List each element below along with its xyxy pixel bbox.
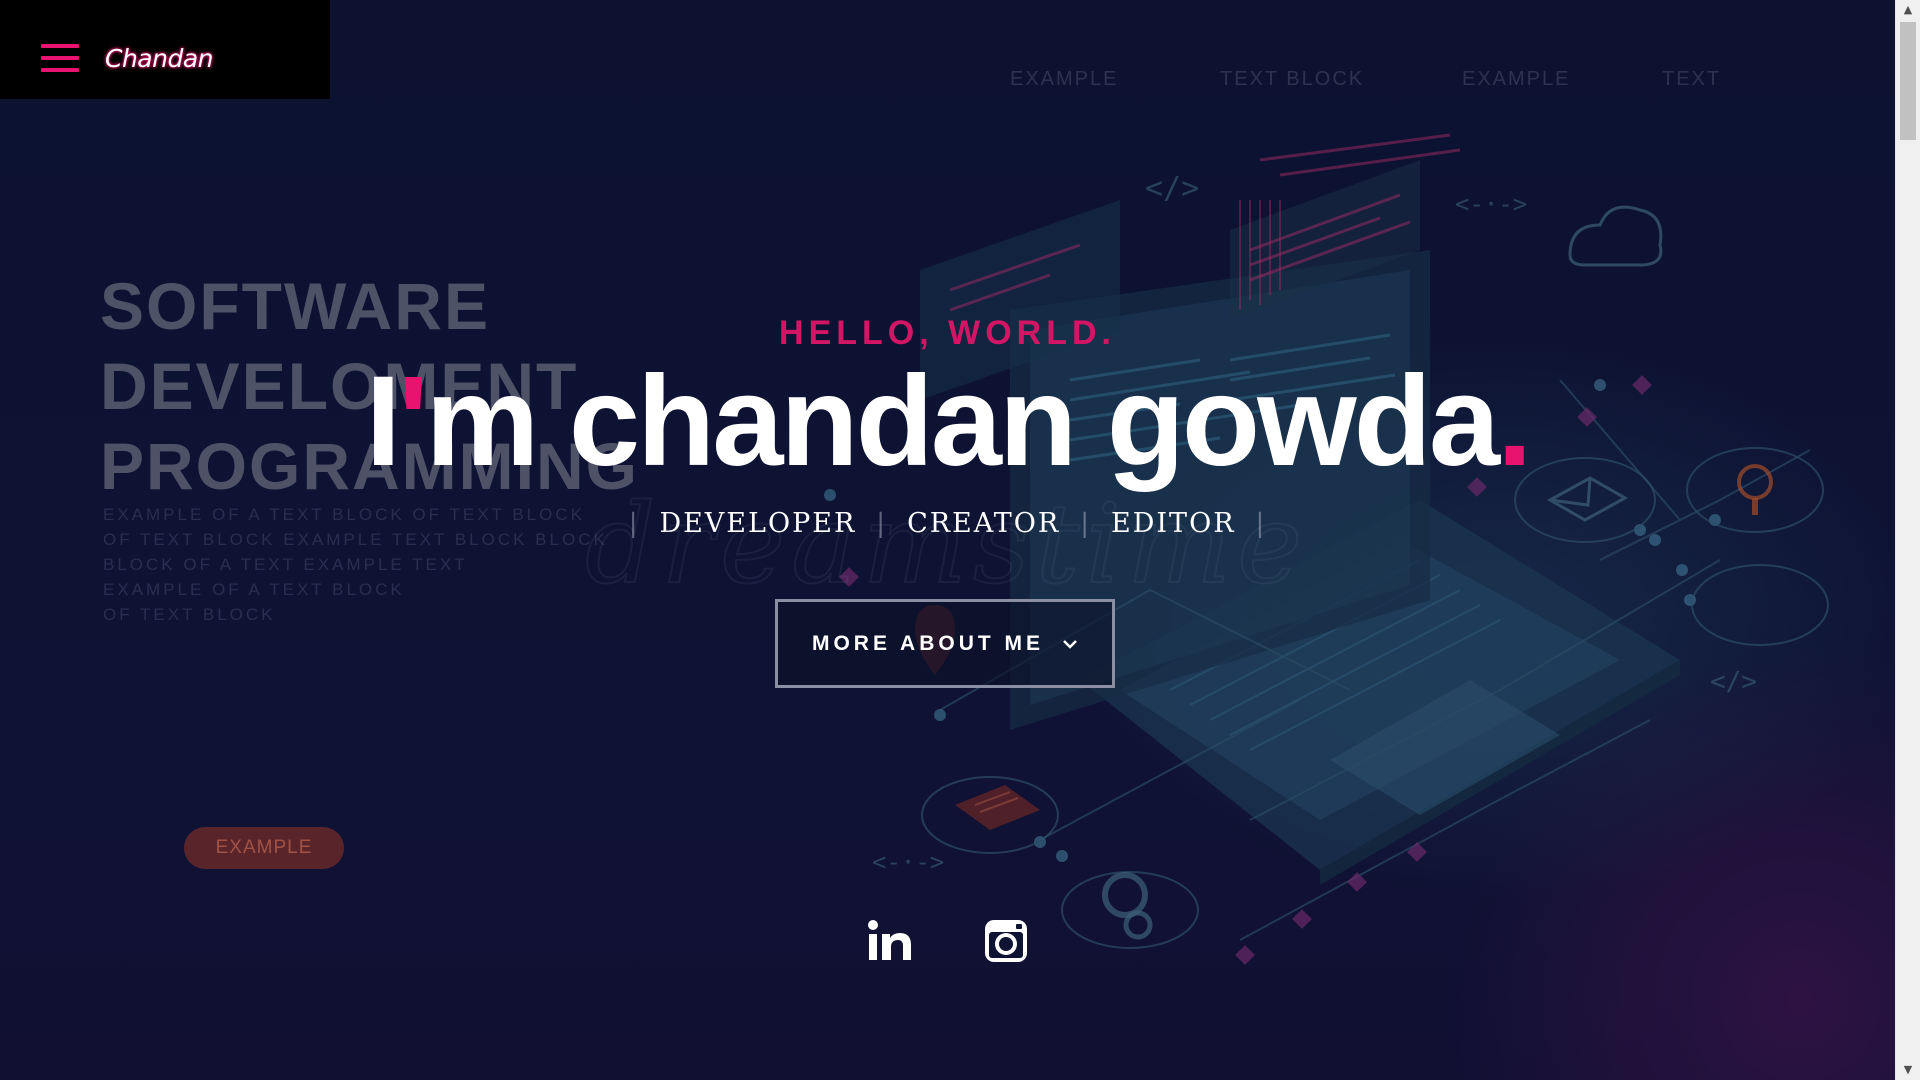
linkedin-icon[interactable]	[867, 918, 913, 964]
greeting-text: HELLO, WORLD.	[779, 314, 1116, 352]
instagram-icon[interactable]	[983, 918, 1029, 964]
scroll-down-arrow-icon[interactable]: ▼	[1896, 1060, 1920, 1080]
background-nav-item: EXAMPLE	[1010, 68, 1119, 90]
headline-accent-dot: .	[1497, 350, 1533, 493]
background-nav-item: EXAMPLE	[1462, 68, 1571, 90]
background-text-line: EXAMPLE OF A TEXT BLOCK	[103, 580, 405, 599]
background-text-line: BLOCK OF A TEXT EXAMPLE TEXT	[103, 555, 468, 574]
role-separator: |	[876, 509, 888, 539]
brand-logo-text[interactable]: Chandan	[105, 44, 214, 73]
background-nav-item: TEXT BLOCK	[1220, 68, 1365, 90]
background-nav-item: TEXT	[1662, 68, 1722, 90]
top-header: Chandan	[0, 0, 330, 99]
svg-text:</>: </>	[1710, 667, 1757, 697]
background-text-line: OF TEXT BLOCK	[103, 605, 276, 624]
hero-section: </> </> <-·-> <-·-> EXAMPLE TEXT BLOCK E…	[0, 0, 1895, 1080]
headline-prefix: I	[365, 350, 401, 493]
hamburger-menu-icon[interactable]	[41, 44, 79, 74]
background-example-pill: EXAMPLE	[184, 827, 344, 869]
svg-text:<-·->: <-·->	[872, 848, 944, 876]
more-about-me-label: MORE ABOUT ME	[811, 631, 1045, 655]
chevron-down-icon	[1063, 639, 1077, 649]
scroll-up-arrow-icon[interactable]: ▲	[1896, 0, 1920, 20]
svg-text:<-·->: <-·->	[1455, 190, 1527, 218]
role-separator: |	[1255, 509, 1267, 539]
social-links	[0, 918, 1895, 964]
role-separator: |	[628, 509, 640, 539]
more-about-me-button[interactable]: MORE ABOUT ME	[775, 599, 1115, 688]
page-title: I'm chandan gowda.	[0, 352, 1895, 492]
svg-text:</>: </>	[1145, 171, 1199, 206]
role-separator: |	[1080, 509, 1092, 539]
scrollbar-thumb[interactable]	[1900, 22, 1916, 140]
background-watermark: dreamstime	[584, 479, 1309, 609]
page-scrollbar[interactable]: ▲ ▼	[1895, 0, 1920, 1080]
role-developer: DEVELOPER	[659, 508, 857, 539]
roles-list: | DEVELOPER | CREATOR | EDITOR |	[0, 508, 1895, 539]
role-editor: EDITOR	[1111, 508, 1236, 539]
headline-apostrophe: '	[398, 350, 428, 493]
role-creator: CREATOR	[907, 508, 1061, 539]
headline-name: m chandan gowda	[425, 350, 1500, 493]
